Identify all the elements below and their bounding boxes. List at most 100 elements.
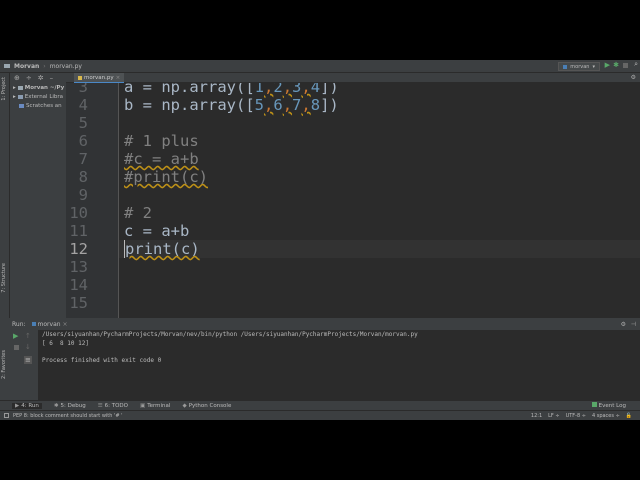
settings-icon[interactable]: ⚙ [631, 74, 636, 81]
code-token: 3 [292, 83, 302, 96]
code-token: #c = a+b [124, 150, 199, 168]
rerun-icon[interactable]: ▶ [13, 332, 18, 340]
scratches-icon [19, 103, 24, 108]
run-config-select[interactable]: morvan ▾ [558, 62, 600, 71]
caret-position[interactable]: 12:1 [531, 413, 542, 419]
code-token: , [301, 96, 311, 114]
tool-tab-run[interactable]: ▶ 4: Run [12, 402, 42, 409]
tab-label: morvan.py [84, 74, 114, 81]
tool-tab-label: Python Console [188, 402, 232, 409]
locate-icon[interactable]: ⊕ [14, 74, 20, 82]
lock-icon[interactable]: 🔓 [626, 413, 632, 419]
line-number: 7 [78, 150, 88, 168]
tree-item-external-libraries[interactable]: ▸ External Libra [10, 92, 66, 101]
tree-item-project[interactable]: ▸ Morvan ~/Py [10, 83, 66, 92]
debug-icon[interactable]: ✱ [613, 61, 619, 69]
run-panel: Run: morvan × ⚙ ⊣ ▶ ↑ ↓ ≡ 2: Favorites /U… [0, 318, 640, 400]
tree-item-scratches[interactable]: Scratches an [10, 101, 66, 110]
status-bar: PEP 8: block comment should start with '… [0, 410, 640, 420]
line-number: 12 [69, 240, 88, 258]
python-icon [563, 64, 568, 69]
line-number-gutter: 3 4 5 6 7 8 9 10 11 12 13 14 15 [66, 83, 118, 318]
navigation-bar: Morvan › morvan.py morvan ▾ ▶ ✱ ⌕ [0, 60, 640, 73]
code-token: ]) [320, 96, 339, 114]
code-token: 6 [273, 96, 283, 114]
tool-tab-python-console[interactable]: ◆ Python Console [182, 403, 231, 409]
line-separator[interactable]: LF ÷ [548, 413, 559, 419]
breadcrumb-project[interactable]: Morvan [14, 63, 39, 70]
code-token: , [282, 96, 293, 114]
tree-item-label: Scratches an [26, 102, 62, 109]
code-token: 4 [310, 83, 321, 96]
hide-icon[interactable]: ⊣ [631, 321, 636, 328]
stop-icon[interactable] [623, 63, 628, 68]
close-icon[interactable]: × [116, 75, 121, 81]
tool-tab-debug[interactable]: ✱ 5: Debug [54, 403, 86, 409]
line-number: 11 [69, 222, 88, 240]
code-line[interactable]: # 1 plus [124, 132, 199, 150]
expand-arrow-icon: ▸ [13, 84, 16, 91]
run-tab[interactable]: morvan × [31, 320, 68, 328]
collapse-icon[interactable]: ÷ [26, 74, 32, 82]
code-line[interactable]: #print(c) [124, 168, 208, 186]
close-icon[interactable]: × [63, 321, 68, 328]
code-token: a = np.array([ [124, 83, 255, 96]
code-line[interactable]: print(c) [124, 240, 200, 258]
event-log-button[interactable]: Event Log [591, 402, 626, 409]
line-number: 6 [78, 132, 88, 150]
status-right: 12:1 LF ÷ UTF-8 ÷ 4 spaces ÷ 🔓 [531, 413, 632, 419]
tool-icon: ▶ [15, 402, 20, 409]
run-panel-header: Run: morvan × ⚙ ⊣ [0, 318, 640, 330]
status-toggle-icon[interactable] [4, 413, 9, 418]
code-token: b = np.array([ [124, 96, 255, 114]
run-tab-label: morvan [37, 320, 61, 328]
python-file-icon [78, 75, 82, 80]
code-line[interactable]: # 2 [124, 204, 152, 222]
tool-tab-terminal[interactable]: ▣ Terminal [140, 403, 170, 409]
code-line[interactable]: c = a+b [124, 222, 189, 240]
breadcrumb-file[interactable]: morvan.py [50, 63, 82, 70]
code-token: 7 [292, 96, 302, 114]
code-token: , [282, 83, 293, 96]
console-output: /Users/siyuanhan/PycharmProjects/Morvan/… [42, 331, 418, 364]
line-number: 5 [78, 114, 88, 132]
code-line[interactable]: #c = a+b [124, 150, 199, 168]
line-number: 4 [78, 96, 88, 114]
editor-scrollbar[interactable] [634, 83, 640, 318]
tool-tab-label: Terminal [147, 402, 171, 409]
structure-tool-button[interactable]: 7: Structure [1, 263, 7, 293]
tool-tab-label: 5: Debug [60, 402, 86, 409]
tool-icon: ▣ [140, 402, 146, 409]
scroll-down-icon[interactable]: ↓ [25, 343, 31, 351]
code-token: 5 [254, 96, 264, 114]
code-editor[interactable]: a = np.array([1,2,3,4]) b = np.array([5,6… [118, 83, 640, 318]
stop-icon[interactable] [14, 345, 19, 350]
run-label: Run: [12, 320, 26, 328]
hide-icon[interactable]: – [50, 74, 54, 82]
code-line[interactable]: b = np.array([5,6,7,8]) [124, 96, 339, 114]
code-token: , [264, 96, 274, 114]
line-number: 3 [78, 83, 88, 96]
encoding[interactable]: UTF-8 ÷ [566, 413, 586, 419]
ide-window: Morvan › morvan.py morvan ▾ ▶ ✱ ⌕ 1: Proj… [0, 60, 640, 420]
folder-icon [17, 85, 23, 90]
code-token: 8 [310, 96, 321, 114]
run-icon[interactable]: ▶ [605, 61, 610, 69]
code-token: #print(c) [124, 168, 208, 186]
code-line[interactable]: a = np.array([1,2,3,4]) [124, 83, 339, 96]
favorites-tool-button[interactable]: 2: Favorites [1, 350, 7, 379]
gear-icon[interactable]: ✲ [38, 74, 44, 82]
chevron-down-icon: ▾ [592, 63, 595, 70]
settings-icon[interactable]: ⚙ [621, 321, 626, 328]
search-icon[interactable]: ⌕ [634, 60, 638, 69]
scroll-up-icon[interactable]: ↑ [25, 332, 31, 340]
indent[interactable]: 4 spaces ÷ [592, 413, 620, 419]
tool-icon: ◆ [182, 402, 187, 409]
soft-wrap-icon[interactable]: ≡ [24, 356, 32, 364]
code-token: print(c) [125, 240, 200, 258]
run-config-label: morvan [570, 63, 590, 70]
tool-tab-todo[interactable]: ☰ 6: TODO [98, 403, 128, 409]
project-tool-button[interactable]: 1: Project [1, 77, 7, 101]
line-number: 14 [69, 276, 88, 294]
tab-morvan-py[interactable]: morvan.py × [74, 73, 125, 83]
